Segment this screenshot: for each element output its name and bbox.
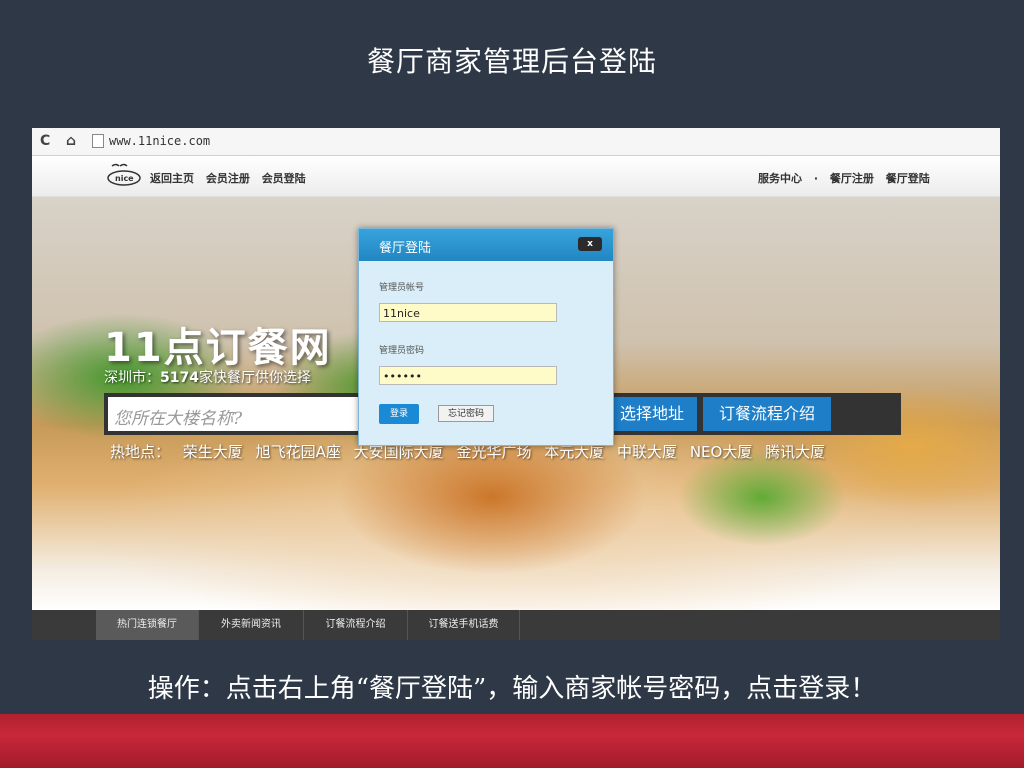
tab-phone-credit[interactable]: 订餐送手机话费 (408, 610, 520, 640)
nav-member-login-link[interactable]: 会员登陆 (262, 172, 306, 185)
hero-subtitle: 深圳市：5174家快餐厅供你选择 (104, 367, 311, 387)
restaurant-login-dialog: 餐厅登陆 x 管理员帐号 11nice 管理员密码 •••••• 登录 忘记密码 (358, 228, 614, 446)
tab-order-process[interactable]: 订餐流程介绍 (304, 610, 408, 640)
nav-service-link[interactable]: 服务中心 (758, 172, 802, 185)
search-placeholder: 您所在大楼名称? (114, 409, 243, 429)
site-logo[interactable]: nice (106, 162, 142, 188)
dialog-title: 餐厅登陆 (379, 241, 432, 256)
hero-title: 11点订餐网 (104, 325, 332, 371)
nav-right: 服务中心 · 餐厅注册 餐厅登陆 (758, 170, 938, 186)
hot-spot-link[interactable]: 腾讯大厦 (765, 443, 825, 461)
hot-spot-link[interactable]: 中联大厦 (617, 443, 677, 461)
logo-text: nice (115, 174, 134, 183)
tab-chain-restaurants[interactable]: 热门连锁餐厅 (96, 610, 199, 640)
hot-spots-label: 热地点： (110, 443, 171, 461)
account-input[interactable]: 11nice (379, 303, 557, 322)
instruction-text: 操作：点击右上角“餐厅登陆”，输入商家帐号密码，点击登录！ (147, 674, 877, 704)
password-input[interactable]: •••••• (379, 366, 557, 385)
forgot-password-button[interactable]: 忘记密码 (438, 405, 494, 422)
select-address-button[interactable]: 选择地址 (607, 397, 697, 431)
tab-news[interactable]: 外卖新闻资讯 (199, 610, 304, 640)
nav-restaurant-login-link[interactable]: 餐厅登陆 (886, 172, 930, 185)
reload-icon[interactable]: C (40, 133, 50, 149)
hot-spot-link[interactable]: 旭飞花园A座 (256, 443, 341, 461)
bottom-tab-bar: 热门连锁餐厅 外卖新闻资讯 订餐流程介绍 订餐送手机话费 (32, 610, 1000, 640)
subtitle-suffix: 家快餐厅供你选择 (198, 370, 311, 386)
site-header: nice 返回主页 会员注册 会员登陆 服务中心 · 餐厅注册 餐厅登陆 (32, 156, 1000, 197)
hot-spot-link[interactable]: 荣生大厦 (183, 443, 243, 461)
order-process-button[interactable]: 订餐流程介绍 (703, 397, 831, 431)
nav-register-link[interactable]: 会员注册 (206, 172, 250, 185)
page-icon (92, 134, 104, 148)
subtitle-prefix: 深圳市： (104, 370, 160, 386)
nav-separator: · (813, 172, 819, 185)
home-icon[interactable]: ⌂ (66, 133, 76, 149)
restaurant-count: 5174 (160, 370, 199, 386)
nav-restaurant-register-link[interactable]: 餐厅注册 (830, 172, 874, 185)
slide-title: 餐厅商家管理后台登陆 (366, 45, 657, 78)
url-field[interactable]: www.11nice.com (109, 134, 210, 148)
close-icon[interactable]: x (578, 237, 602, 251)
footer-band (0, 714, 1024, 768)
hot-spot-link[interactable]: NEO大厦 (690, 443, 753, 461)
login-button[interactable]: 登录 (379, 404, 419, 424)
nav-home-link[interactable]: 返回主页 (150, 172, 194, 185)
account-label: 管理员帐号 (379, 283, 425, 293)
browser-address-bar: C ⌂ www.11nice.com (32, 128, 1000, 156)
dialog-header: 餐厅登陆 x (359, 229, 613, 261)
nav-left: 返回主页 会员注册 会员登陆 (150, 170, 314, 186)
website-screenshot: C ⌂ www.11nice.com nice 返回主页 会员注册 会员登陆 服… (32, 128, 1000, 640)
password-label: 管理员密码 (379, 346, 425, 356)
